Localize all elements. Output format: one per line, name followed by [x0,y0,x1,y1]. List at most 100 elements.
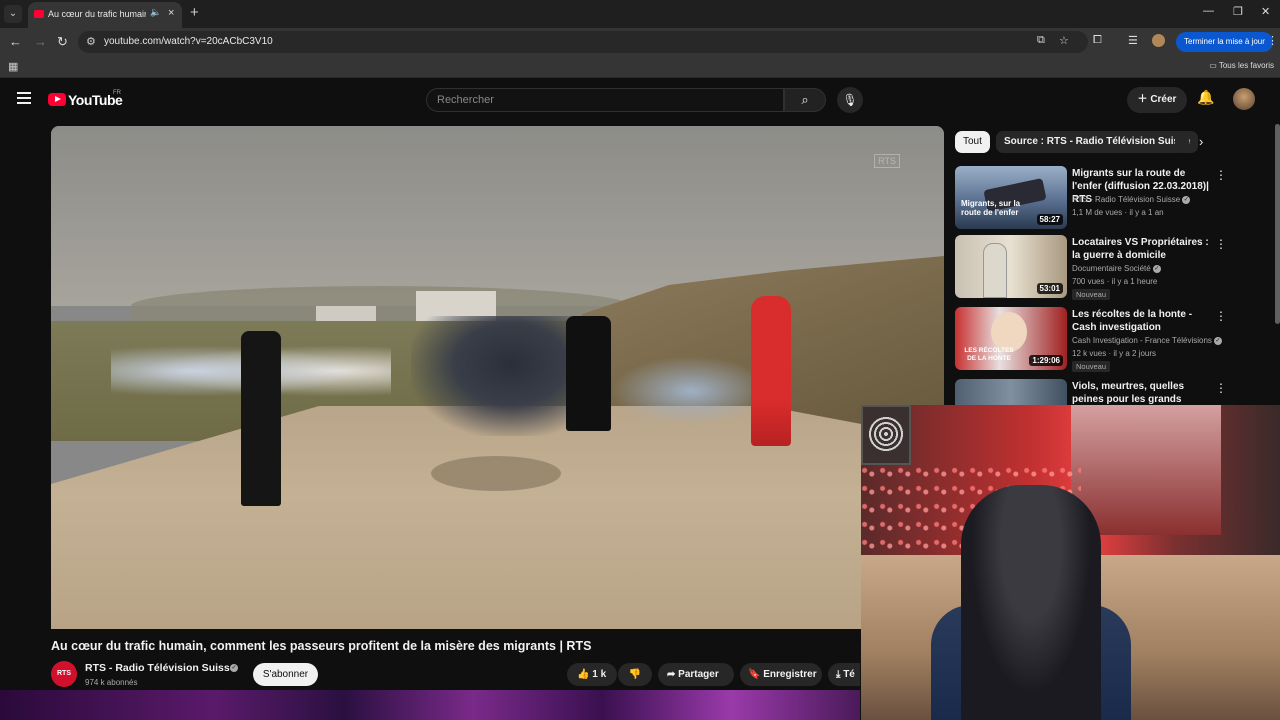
like-count: 1 k [592,669,607,680]
avatar[interactable] [1233,88,1255,110]
tab-title: Au cœur du trafic humain, c [48,9,146,19]
close-window-icon[interactable]: ✕ [1261,5,1270,18]
recommendation-title[interactable]: Locataires VS Propriétaires : la guerre … [1072,236,1210,262]
reload-icon[interactable]: ↻ [57,34,68,50]
apps-grid-icon[interactable]: ▦ [8,60,18,73]
filter-chip-source[interactable]: Source : RTS - Radio Télévision Suisse [996,131,1199,153]
tab-search-icon[interactable]: ⌄ [4,5,22,23]
video-frame-mud [431,456,561,491]
forward-icon[interactable]: → [34,34,47,49]
microphone-icon[interactable]: 🎙 [837,87,863,113]
maximize-icon[interactable]: ❐ [1233,5,1243,18]
browser-menu-icon[interactable]: ⋮ [1267,34,1278,47]
recommendation-title[interactable]: Viols, meurtres, quelles peines pour les… [1072,380,1210,405]
minimize-icon[interactable]: — [1203,5,1214,17]
thumbnail-text: Migrants, sur la route de l'enfer [961,199,1021,217]
new-badge: Nouveau [1072,361,1111,372]
more-options-icon[interactable]: ⋮ [1215,237,1227,251]
download-button[interactable]: ⤓ Té [828,663,860,686]
update-browser-button[interactable]: Terminer la mise à jour [1176,32,1273,52]
reading-list-icon[interactable]: ☰ [1128,34,1138,47]
youtube-favicon-icon [34,10,44,18]
channel-label: Documentaire Société [1072,264,1151,273]
video-thumbnail[interactable]: 53:01 [955,235,1067,298]
close-tab-icon[interactable]: × [168,7,174,19]
verified-icon: ✓ [1152,264,1161,273]
duration-badge: 1:29:06 [1029,355,1063,366]
logo-country: FR [113,90,121,96]
video-title: Au cœur du trafic humain, comment les pa… [51,639,592,653]
extensions-icon[interactable]: ⧠ [1093,34,1102,47]
video-thumbnail[interactable]: Migrants, sur la route de l'enfer 58:27 [955,166,1067,229]
video-watermark: RTS [874,154,900,168]
recommendation-channel[interactable]: RTS - Radio Télévision Suisse ✓ [1072,195,1191,204]
video-frame-person [241,331,281,506]
save-button[interactable]: 🔖 Enregistrer [740,663,822,686]
recommendation-channel[interactable]: Documentaire Société ✓ [1072,264,1161,273]
create-label: Créer [1150,94,1177,105]
overlay-strip [0,690,860,720]
like-button[interactable]: 👍 1 k [567,663,617,686]
site-info-icon[interactable]: ⚙ [86,35,96,48]
recommendation-item[interactable]: LES RÉCOLTES DE LA HONTE 1:29:06 Les réc… [955,307,1275,373]
verified-icon: ✓ [230,664,238,672]
recommendation-item[interactable]: Viols, meurtres, quelles peines pour les… [955,379,1275,405]
recommendation-item[interactable]: Migrants, sur la route de l'enfer 58:27 … [955,166,1275,232]
profile-avatar[interactable] [1152,34,1165,47]
verified-icon: ✓ [1182,195,1191,204]
thumbs-down-icon: 👎 [628,669,642,680]
webcam-frame [861,405,911,465]
thumbnail-face [991,312,1027,352]
recommendation-title[interactable]: Les récoltes de la honte - Cash investig… [1072,308,1210,334]
video-thumbnail[interactable]: LES RÉCOLTES DE LA HONTE 1:29:06 [955,307,1067,370]
share-label: Partager [678,669,719,680]
recommendation-channel[interactable]: Cash Investigation - France Télévisions ✓ [1072,336,1222,345]
url-text: youtube.com/watch?v=20cACbC3V10 [104,36,273,47]
more-options-icon[interactable]: ⋮ [1215,381,1227,395]
search-input[interactable] [427,89,783,111]
dislike-button[interactable]: 👎 [618,663,652,686]
new-badge: Nouveau [1072,289,1111,300]
more-options-icon[interactable]: ⋮ [1215,168,1227,182]
more-options-icon[interactable]: ⋮ [1215,309,1227,323]
subscriber-count: 974 k abonnés [85,678,138,687]
youtube-logo[interactable]: YouTube FR [48,90,126,110]
share-button[interactable]: ➦ Partager [658,663,734,686]
duration-badge: 53:01 [1036,283,1063,294]
install-app-icon[interactable]: ⧉ [1037,34,1045,47]
all-bookmarks-button[interactable]: ▭ Tous les favoris [1209,61,1274,70]
recommendation-meta: 12 k vues · il y a 2 jours [1072,349,1157,358]
thumbnail-text: LES RÉCOLTES DE LA HONTE [964,347,1014,362]
bell-icon[interactable]: 🔔 [1197,89,1214,106]
channel-avatar[interactable]: RTS [51,661,77,687]
spiral-art-icon [867,415,905,453]
channel-name[interactable]: RTS - Radio Télévision Suisse [85,662,236,674]
bookmarks-bar: ▦ ▭ Tous les favoris [0,56,1280,78]
youtube-header: YouTube FR ⌕ 🎙 ＋ Créer 🔔 [0,78,1280,122]
audio-playing-icon[interactable]: 🔈 [150,7,161,18]
video-thumbnail[interactable] [955,379,1067,405]
thumbnail-person [983,243,1007,298]
back-icon[interactable]: ← [9,34,22,49]
create-button[interactable]: ＋ Créer [1127,87,1187,113]
search-icon[interactable]: ⌕ [784,88,826,112]
duration-badge: 58:27 [1036,214,1063,225]
filter-chip-all[interactable]: Tout [955,131,990,153]
video-frame-person [751,296,791,446]
bookmark-star-icon[interactable]: ☆ [1059,34,1069,47]
verified-icon: ✓ [1213,336,1222,345]
video-player[interactable]: RTS [51,126,944,629]
chevron-right-icon[interactable]: › [1199,134,1203,149]
new-tab-icon[interactable]: + [190,4,199,21]
search-box [426,88,784,112]
address-toolbar: ← → ↻ ⚙ youtube.com/watch?v=20cACbC3V10 … [0,28,1280,56]
browser-tab-bar: ⌄ Au cœur du trafic humain, c 🔈 × + — ❐ … [0,0,1280,28]
subscribe-button[interactable]: S'abonner [253,663,318,686]
sidebar-scrollbar[interactable] [1275,124,1280,324]
filter-chip-partial[interactable] [1175,131,1189,153]
save-label: Enregistrer [763,669,817,680]
hamburger-icon[interactable] [17,92,31,104]
address-bar[interactable]: ⚙ youtube.com/watch?v=20cACbC3V10 [78,31,1088,53]
recommendation-item[interactable]: 53:01 Locataires VS Propriétaires : la g… [955,235,1275,301]
browser-tab[interactable]: Au cœur du trafic humain, c 🔈 × [28,2,182,28]
